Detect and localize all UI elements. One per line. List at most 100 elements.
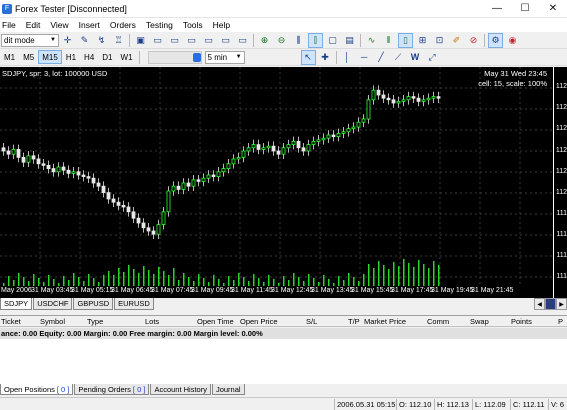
timeframe-m1[interactable]: M1 [0,50,19,64]
tab-pending-orders[interactable]: Pending Orders [ 0 ] [74,384,150,395]
timeframe-h4[interactable]: H4 [80,50,98,64]
settings-icon[interactable]: ⚙ [488,32,503,48]
close-button[interactable]: ✕ [539,0,567,18]
scroll-thumb[interactable] [545,298,556,310]
column-header[interactable]: Open Price [240,317,278,326]
volume-bar [158,267,160,286]
menu-edit[interactable]: Edit [21,20,46,30]
bars-icon[interactable]: ⫴ [381,33,396,48]
menu-orders[interactable]: Orders [105,20,141,30]
maximize-button[interactable]: ☐ [511,0,539,18]
column-header[interactable]: Comm [427,317,449,326]
timeframe-d1[interactable]: D1 [98,50,116,64]
timeframe-m5[interactable]: M5 [19,50,38,64]
line-chart-icon[interactable]: ∿ [364,33,379,48]
menu-tools[interactable]: Tools [178,20,208,30]
volume-bar [253,274,255,286]
volume-bar [283,276,285,286]
arrow-icon[interactable]: ⤢ [425,50,440,65]
candle-body [251,144,256,149]
volume-bar [63,276,65,286]
template-icon[interactable]: ⊞ [415,33,430,48]
symbol-tab[interactable]: USDCHF [33,298,73,310]
symbol-tab[interactable]: GBPUSD [73,298,114,310]
crosshair-icon[interactable]: ✚ [318,50,333,65]
candle-body [406,96,411,101]
terminal-body[interactable] [0,339,567,384]
column-header[interactable]: Market Price [364,317,406,326]
price-chart[interactable]: SDJPY, spr: 3, lot: 100000 USD May 31 We… [0,67,567,298]
menu-file[interactable]: File [0,20,21,30]
candles-icon[interactable]: ▯ [398,32,413,48]
terminal-header: Ticket Symbol Type Lots Open Time Open P… [0,315,567,327]
column-header[interactable]: S/L [306,317,317,326]
speed-select[interactable]: 5 min ▼ [204,50,245,64]
bar-chart-icon[interactable]: ⫼ [291,33,306,48]
column-header[interactable]: P [558,317,563,326]
timeframe-w1[interactable]: W1 [117,50,137,64]
cursor-plus-icon[interactable]: ✛ [60,33,75,48]
magnet-icon[interactable]: ↯ [94,33,109,48]
doc-icon[interactable]: ▭ [201,33,216,48]
symbol-tab[interactable]: SDJPY [0,298,33,310]
candle-body [26,155,31,163]
pointer-icon[interactable]: ↖ [300,49,316,65]
price-label: 112 [555,189,567,196]
slider-thumb[interactable] [192,52,201,62]
candle-body [271,145,276,152]
time-axis: May 2006 31 May 03:45 31 May 05:15 31 Ma… [0,286,534,298]
text-w-icon[interactable]: W [408,50,423,65]
doc-icon[interactable]: ▭ [218,33,233,48]
indicator-icon[interactable]: ⊡ [432,33,447,48]
volume-bar [228,276,230,286]
doc-icon[interactable]: ▭ [235,33,250,48]
doc-icon[interactable]: ▭ [184,33,199,48]
tab-open-positions[interactable]: Open Positions [ 0 ] [0,384,74,395]
scroll-right-icon[interactable]: ▶ [556,298,567,310]
no-entry-icon[interactable]: ⊘ [466,33,481,48]
pencil-icon[interactable]: ✎ [77,33,92,48]
stop-icon[interactable]: ◉ [505,33,520,48]
window-icon[interactable]: ▢ [325,33,340,48]
mode-select[interactable]: dit mode ▼ [1,33,59,47]
column-header[interactable]: Points [511,317,532,326]
speed-select-value: 5 min [207,52,228,62]
price-label: 112 [555,125,567,132]
column-header[interactable]: Symbol [40,317,65,326]
horizontal-line-icon[interactable]: ─ [357,50,372,65]
volume-bar [238,273,240,286]
tab-account-history[interactable]: Account History [150,384,211,395]
column-header[interactable]: T/P [348,317,360,326]
doc-icon[interactable]: ▭ [167,33,182,48]
trendline-icon[interactable]: ╱ [374,50,389,65]
timeframe-m15[interactable]: M15 [38,50,62,64]
column-header[interactable]: Lots [145,317,159,326]
ray-icon[interactable]: ⟋ [391,50,406,65]
doc-icon[interactable]: ▭ [150,33,165,48]
vertical-line-icon[interactable]: │ [340,50,355,65]
new-order-icon[interactable]: ▣ [133,33,148,48]
candle-chart-icon[interactable]: ⫿ [308,32,323,48]
scroll-left-icon[interactable]: ◀ [534,298,545,310]
stamp-icon[interactable]: ♖ [111,33,126,48]
column-header[interactable]: Type [87,317,103,326]
tab-journal[interactable]: Journal [211,384,245,395]
minimize-button[interactable]: — [483,0,511,18]
menu-view[interactable]: View [45,20,73,30]
column-header[interactable]: Open Time [197,317,234,326]
tile-icon[interactable]: ▤ [342,33,357,48]
candle-body [436,96,441,99]
candle-body [281,147,286,155]
candle-body [81,174,86,177]
zoom-out-icon[interactable]: ⊖ [274,33,289,48]
timeframe-h1[interactable]: H1 [62,50,80,64]
menu-help[interactable]: Help [208,20,235,30]
zoom-in-icon[interactable]: ⊕ [257,33,272,48]
symbol-tab[interactable]: EURUSD [114,298,154,310]
testing-speed-slider[interactable] [147,50,202,64]
paint-icon[interactable]: ✐ [449,33,464,48]
menu-insert[interactable]: Insert [74,20,105,30]
menu-testing[interactable]: Testing [141,20,178,30]
column-header[interactable]: Ticket [1,317,21,326]
column-header[interactable]: Swap [470,317,489,326]
